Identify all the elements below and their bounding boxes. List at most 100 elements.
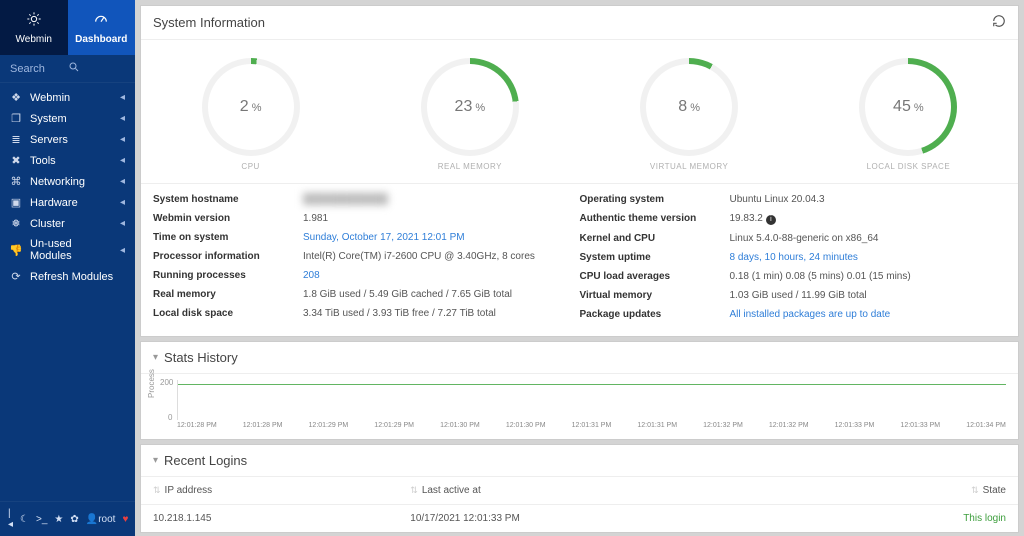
- chevron-right-icon: ◂: [120, 197, 125, 208]
- favorite-icon[interactable]: ★: [54, 514, 63, 525]
- col-header[interactable]: ⇅IP address: [141, 477, 398, 505]
- sidebar-item-system[interactable]: ❐System◂: [0, 108, 135, 129]
- nav-item-icon: ❖: [10, 91, 22, 104]
- chevron-right-icon: ◂: [120, 176, 125, 187]
- col-header[interactable]: ⇅State: [811, 477, 1018, 505]
- gauge-value: 8 %: [678, 98, 700, 116]
- nav-item-label: System: [30, 113, 112, 125]
- info-key: System uptime: [580, 252, 730, 263]
- gauge-value: 45 %: [893, 98, 924, 116]
- system-information-panel: System Information 2 %CPU23 %Real Memory…: [140, 5, 1019, 337]
- info-key: Authentic theme version: [580, 213, 730, 225]
- info-key: Local disk space: [153, 308, 303, 319]
- info-link[interactable]: All installed packages are up to date: [730, 309, 891, 320]
- sidebar-item-un-used-modules[interactable]: 👎Un-used Modules◂: [0, 234, 135, 266]
- info-row: System uptime8 days, 10 hours, 24 minute…: [580, 248, 1007, 267]
- tab-webmin-label: Webmin: [16, 34, 53, 45]
- hostname-blurred: ████████████: [303, 194, 388, 205]
- toggle-sidebar-icon[interactable]: |◂: [8, 508, 13, 530]
- sidebar-item-servers[interactable]: ≣ Servers ◂: [0, 129, 135, 150]
- info-icon[interactable]: i: [766, 215, 776, 225]
- x-tick: 12:01:31 PM: [637, 422, 677, 429]
- sidebar-item-hardware[interactable]: ▣Hardware◂: [0, 192, 135, 213]
- terminal-icon[interactable]: >_: [36, 514, 47, 525]
- x-tick: 12:01:31 PM: [572, 422, 612, 429]
- stats-history-header[interactable]: ▾ Stats History: [141, 342, 1018, 374]
- info-value: 0.18 (1 min) 0.08 (5 mins) 0.01 (15 mins…: [730, 271, 1007, 282]
- sidebar-item-cluster[interactable]: ❅Cluster◂: [0, 213, 135, 234]
- gauge-local-disk-space: 45 %Local Disk Space: [828, 58, 988, 171]
- gauge-real-memory: 23 % Real Memory: [390, 58, 550, 171]
- info-row: Webmin version1.981: [153, 209, 580, 228]
- user-icon[interactable]: 👤root: [86, 514, 116, 525]
- dashboard-gauge-icon: [93, 11, 109, 30]
- x-tick: 12:01:28 PM: [243, 422, 283, 429]
- sidebar-tabs: Webmin Dashboard: [0, 0, 135, 55]
- heart-icon[interactable]: ♥: [122, 514, 128, 525]
- x-tick: 12:01:34 PM: [966, 422, 1006, 429]
- night-mode-icon[interactable]: ☾: [20, 514, 29, 525]
- recent-logins-panel: ▾ Recent Logins ⇅IP address⇅Last active …: [140, 444, 1019, 533]
- info-value: 208: [303, 270, 580, 281]
- info-value: Linux 5.4.0-88-generic on x86_64: [730, 233, 1007, 244]
- sidebar-item-networking[interactable]: ⌘Networking◂: [0, 171, 135, 192]
- info-value: 3.34 TiB used / 3.93 TiB free / 7.27 TiB…: [303, 308, 580, 319]
- cell-last: 10/17/2021 12:01:33 PM: [398, 505, 811, 533]
- col-header[interactable]: ⇅Last active at: [398, 477, 811, 505]
- refresh-icon[interactable]: [992, 14, 1006, 31]
- y-tick-200: 200: [160, 378, 173, 387]
- nav-item-icon: 👎: [10, 244, 22, 257]
- info-value: All installed packages are up to date: [730, 309, 1007, 320]
- sort-icon: ⇅: [153, 485, 161, 495]
- tab-webmin[interactable]: Webmin: [0, 0, 68, 55]
- info-value: 19.83.2i: [730, 213, 1007, 225]
- info-row: Local disk space3.34 TiB used / 3.93 TiB…: [153, 304, 580, 323]
- chevron-right-icon: ◂: [120, 113, 125, 124]
- cell-state: This login: [811, 505, 1018, 533]
- info-value: Sunday, October 17, 2021 12:01 PM: [303, 232, 580, 243]
- info-row: Kernel and CPULinux 5.4.0-88-generic on …: [580, 229, 1007, 248]
- stats-chart: 200 0: [177, 380, 1006, 420]
- sidebar-item-webmin[interactable]: ❖Webmin◂: [0, 87, 135, 108]
- stats-y-label: Process: [147, 369, 156, 398]
- tab-dashboard[interactable]: Dashboard: [68, 0, 136, 55]
- table-row: 10.218.1.14510/17/2021 12:01:33 PMThis l…: [141, 505, 1018, 533]
- system-information-title: System Information: [153, 15, 265, 30]
- x-tick: 12:01:33 PM: [900, 422, 940, 429]
- info-link[interactable]: 208: [303, 270, 320, 281]
- sidebar-item-tools[interactable]: ✖Tools◂: [0, 150, 135, 171]
- gauge-value: 23 %: [455, 98, 486, 116]
- nav-item-label: Servers: [30, 134, 112, 146]
- chevron-down-icon: ▾: [153, 455, 158, 466]
- info-value: Ubuntu Linux 20.04.3: [730, 194, 1007, 205]
- gauge-label: CPU: [241, 162, 259, 171]
- cell-ip: 10.218.1.145: [141, 505, 398, 533]
- nav-item-label: Refresh Modules: [30, 271, 125, 283]
- sidebar-search[interactable]: Search: [0, 55, 135, 83]
- info-value: ████████████: [303, 194, 580, 205]
- sidebar-nav: ❖Webmin◂❐System◂≣Servers◂✖Tools◂⌘Network…: [0, 83, 135, 287]
- info-row: System hostname████████████: [153, 190, 580, 209]
- recent-logins-header[interactable]: ▾ Recent Logins: [141, 445, 1018, 477]
- settings-icon[interactable]: ✿: [70, 514, 78, 525]
- chevron-right-icon: ◂: [120, 155, 125, 166]
- gauge-label: Virtual Memory: [650, 162, 728, 171]
- info-key: System hostname: [153, 194, 303, 205]
- info-link[interactable]: Sunday, October 17, 2021 12:01 PM: [303, 232, 465, 243]
- info-link[interactable]: 8 days, 10 hours, 24 minutes: [730, 252, 858, 263]
- chevron-down-icon: ▾: [153, 352, 158, 363]
- chevron-right-icon: ◂: [120, 134, 125, 145]
- sidebar-item-refresh-modules[interactable]: ⟳ Refresh Modules: [0, 266, 135, 287]
- gauge-virtual-memory: 8 % Virtual Memory: [609, 58, 769, 171]
- x-tick: 12:01:30 PM: [440, 422, 480, 429]
- info-row: Running processes208: [153, 266, 580, 285]
- info-key: Time on system: [153, 232, 303, 243]
- info-row: Package updatesAll installed packages ar…: [580, 305, 1007, 324]
- info-key: Webmin version: [153, 213, 303, 224]
- nav-item-icon: ≣: [10, 133, 22, 146]
- x-tick: 12:01:29 PM: [309, 422, 349, 429]
- gauge-label: Real Memory: [438, 162, 502, 171]
- nav-item-icon: ⌘: [10, 175, 22, 188]
- nav-item-icon: ⟳: [10, 270, 22, 283]
- info-key: Operating system: [580, 194, 730, 205]
